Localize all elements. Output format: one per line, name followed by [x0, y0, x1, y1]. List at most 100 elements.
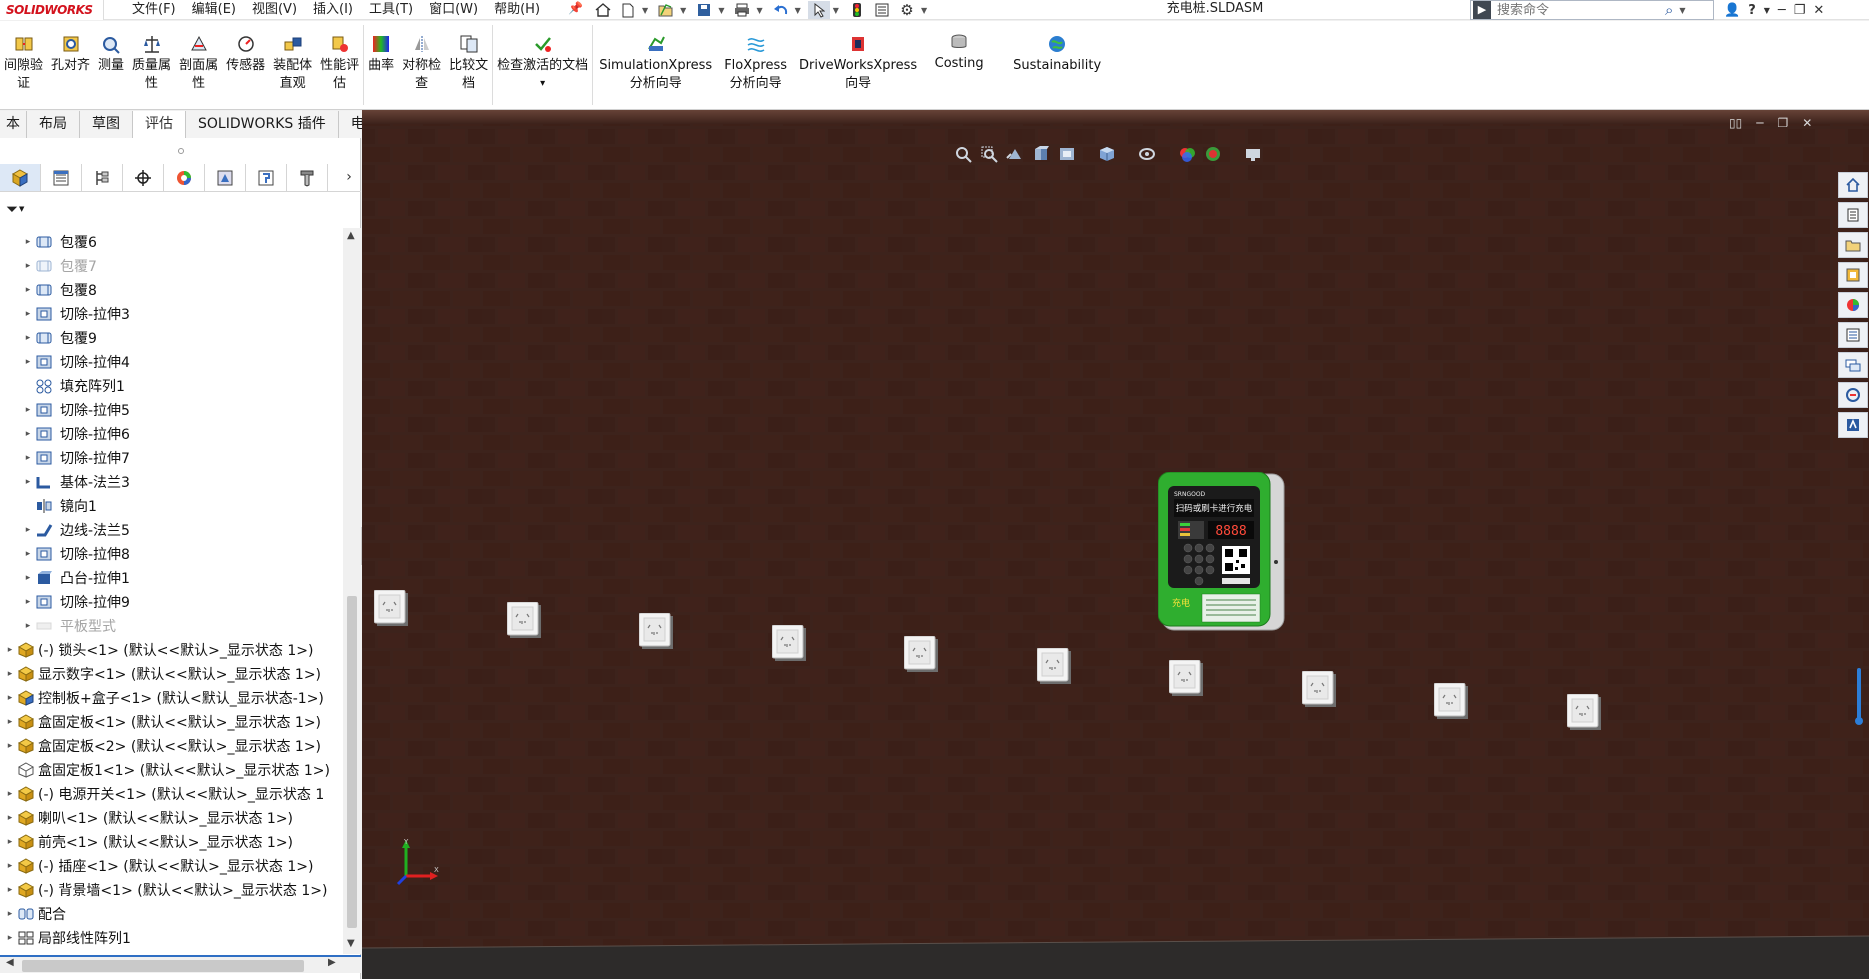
- solidworks-logo[interactable]: SOLIDWORKS: [0, 0, 104, 20]
- ribbon-button-floxpress[interactable]: FloXpress 分析向导: [718, 21, 793, 93]
- tree-item[interactable]: ▸ 包覆9: [0, 326, 343, 350]
- panel-grip-icon[interactable]: [178, 148, 184, 154]
- wall-outlet[interactable]: [904, 636, 938, 673]
- ribbon-button-simulationxpress[interactable]: SimulationXpress 分析向导: [593, 21, 718, 93]
- tree-item[interactable]: ▸ 盒固定板<1> (默认<<默认>_显示状态 1>): [0, 710, 343, 734]
- forum-icon[interactable]: [1838, 352, 1868, 378]
- expand-arrow-icon[interactable]: ▸: [22, 237, 34, 247]
- options-dropdown-icon[interactable]: ▼: [921, 6, 927, 15]
- view-settings-icon[interactable]: [1242, 143, 1264, 165]
- tab-3[interactable]: 草图: [80, 111, 133, 138]
- tree-item[interactable]: ▸ 控制板+盒子<1> (默认<默认_显示状态-1>): [0, 686, 343, 710]
- edit-appearance-icon[interactable]: [1176, 143, 1198, 165]
- save-icon[interactable]: [693, 1, 715, 19]
- tree-item[interactable]: ▸ 局部线性阵列1: [0, 926, 343, 948]
- expand-arrow-icon[interactable]: ▸: [22, 549, 34, 559]
- ribbon-button-costing[interactable]: Costing: [923, 21, 995, 95]
- viewport-scroll-indicator[interactable]: [1857, 668, 1861, 724]
- tab-2[interactable]: 布局: [27, 111, 80, 138]
- view-orientation-icon[interactable]: [1096, 143, 1118, 165]
- tree-item[interactable]: ▸ 边线-法兰5: [0, 518, 343, 542]
- expand-arrow-icon[interactable]: ▸: [4, 813, 16, 823]
- tree-item[interactable]: ▸ 喇叭<1> (默认<<默认>_显示状态 1>): [0, 806, 343, 830]
- tree-filter[interactable]: ⏷ ▼: [0, 194, 361, 224]
- ribbon-button-check-active-document[interactable]: 检查激活的文档 ▾: [493, 21, 592, 93]
- cam-tool-tree-icon[interactable]: [287, 164, 328, 191]
- scroll-down-icon[interactable]: ▼: [347, 938, 355, 949]
- wall-outlet[interactable]: [1036, 648, 1071, 684]
- expand-arrow-icon[interactable]: ▸: [22, 453, 34, 463]
- apply-scene-icon[interactable]: [1202, 143, 1224, 165]
- close-icon[interactable]: ✕: [1813, 3, 1824, 18]
- ribbon-button-curvature[interactable]: 曲率: [364, 21, 398, 75]
- expand-arrow-icon[interactable]: ▸: [22, 597, 34, 607]
- tab-4[interactable]: 评估: [133, 111, 186, 138]
- expand-arrow-icon[interactable]: ▸: [4, 669, 16, 679]
- filter-icon[interactable]: ⏷: [6, 200, 18, 218]
- expand-arrow-icon[interactable]: ▸: [4, 837, 16, 847]
- undo-dropdown-icon[interactable]: ▼: [795, 6, 801, 15]
- tree-item[interactable]: ▸ 凸台-拉伸1: [0, 566, 343, 590]
- horizontal-scroll-thumb[interactable]: [22, 960, 304, 972]
- scroll-right-icon[interactable]: ▶: [328, 957, 336, 968]
- save-dropdown-icon[interactable]: ▼: [718, 6, 724, 15]
- search-command-type-icon[interactable]: ▶: [1473, 1, 1491, 19]
- expand-arrow-icon[interactable]: ▸: [4, 909, 16, 919]
- select-dropdown-icon[interactable]: ▼: [833, 6, 839, 15]
- more-tabs-icon[interactable]: ›: [337, 164, 361, 191]
- menu-item-7[interactable]: 帮助(H): [486, 0, 548, 20]
- undo-icon[interactable]: [770, 1, 792, 19]
- configuration-manager-icon[interactable]: [82, 164, 123, 191]
- ribbon-button-hole-alignment[interactable]: 孔对齐: [47, 21, 94, 75]
- tree-item[interactable]: ▸ 盒固定板<2> (默认<<默认>_显示状态 1>): [0, 734, 343, 758]
- tree-horizontal-scrollbar[interactable]: ◀ ▶: [0, 955, 361, 973]
- ribbon-button-sensor[interactable]: 传感器: [222, 21, 269, 75]
- ribbon-button-symmetry-check[interactable]: 对称检 查: [398, 21, 445, 93]
- display-manager-icon[interactable]: [164, 164, 205, 191]
- home-icon[interactable]: [592, 1, 614, 19]
- ribbon-button-mass-properties[interactable]: 质量属 性: [128, 21, 175, 93]
- ribbon-button-clearance-verification[interactable]: 间隙验 证: [0, 21, 47, 93]
- expand-arrow-icon[interactable]: ▸: [4, 933, 16, 943]
- custom-properties-icon[interactable]: [1838, 322, 1868, 348]
- expand-arrow-icon[interactable]: ▸: [22, 285, 34, 295]
- ev-charger-model[interactable]: SRNGOOD 扫码或刷卡进行充电 8888 充电: [1158, 472, 1286, 632]
- cam-operation-tree-icon[interactable]: [246, 164, 287, 191]
- expand-arrow-icon[interactable]: ▸: [4, 693, 16, 703]
- expand-arrow-icon[interactable]: ▸: [22, 357, 34, 367]
- new-document-dropdown-icon[interactable]: ▼: [642, 6, 648, 15]
- ribbon-button-assemblyxpert[interactable]: 装配体 直观: [269, 21, 316, 93]
- viewport-close-icon[interactable]: ✕: [1802, 116, 1812, 130]
- menu-item-3[interactable]: 视图(V): [244, 0, 305, 20]
- property-manager-icon[interactable]: [41, 164, 82, 191]
- solidworks-resources-icon[interactable]: [1838, 172, 1868, 198]
- display-style-icon[interactable]: [1136, 143, 1158, 165]
- section-view-icon[interactable]: [1030, 143, 1052, 165]
- view-palette-icon[interactable]: [1838, 262, 1868, 288]
- menu-item-5[interactable]: 工具(T): [361, 0, 421, 20]
- tree-item[interactable]: ▸ 切除-拉伸9: [0, 590, 343, 614]
- expand-arrow-icon[interactable]: ▸: [22, 333, 34, 343]
- menu-item-4[interactable]: 插入(I): [305, 0, 361, 20]
- print-dropdown-icon[interactable]: ▼: [756, 6, 762, 15]
- search-input[interactable]: [1491, 1, 1661, 19]
- dynamic-annotation-views-icon[interactable]: [1056, 143, 1078, 165]
- check-document-dropdown-icon[interactable]: ▾: [540, 75, 545, 93]
- expand-arrow-icon[interactable]: ▸: [22, 429, 34, 439]
- tree-item[interactable]: ▸ 前壳<1> (默认<<默认>_显示状态 1>): [0, 830, 343, 854]
- wall-outlet[interactable]: [1434, 682, 1468, 719]
- expand-arrow-icon[interactable]: ▸: [4, 717, 16, 727]
- expand-arrow-icon[interactable]: ▸: [4, 861, 16, 871]
- tree-vertical-scrollbar[interactable]: ▲ ▼: [343, 228, 361, 954]
- tree-item[interactable]: ▸ 配合: [0, 902, 343, 926]
- ribbon-button-compare-documents[interactable]: 比较文 档: [445, 21, 492, 93]
- tree-item[interactable]: ▸ 包覆8: [0, 278, 343, 302]
- expand-arrow-icon[interactable]: ▸: [4, 741, 16, 751]
- zoom-to-area-icon[interactable]: [978, 143, 1000, 165]
- scroll-left-icon[interactable]: ◀: [6, 957, 14, 968]
- wall-outlet[interactable]: [1566, 694, 1601, 731]
- tree-item[interactable]: ▸ (-) 插座<1> (默认<<默认>_显示状态 1>): [0, 854, 343, 878]
- select-cursor-icon[interactable]: [807, 1, 830, 19]
- tree-item[interactable]: ▸ 切除-拉伸6: [0, 422, 343, 446]
- tree-item[interactable]: ▸ (-) 背景墙<1> (默认<<默认>_显示状态 1>): [0, 878, 343, 902]
